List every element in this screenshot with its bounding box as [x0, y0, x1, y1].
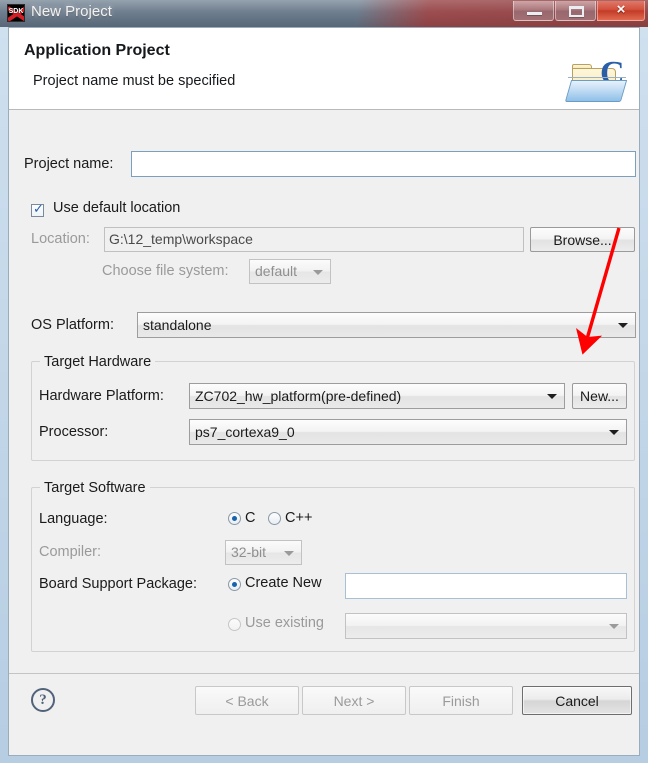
- maximize-button[interactable]: [555, 1, 596, 21]
- bsp-use-existing-combo[interactable]: [345, 613, 627, 639]
- location-label: Location:: [31, 231, 90, 247]
- chevron-down-icon: [547, 394, 557, 399]
- chevron-down-icon: [618, 323, 628, 328]
- language-radio-c[interactable]: [228, 512, 241, 525]
- wizard-header: Application Project Project name must be…: [9, 28, 639, 110]
- finish-button[interactable]: Finish: [409, 686, 513, 715]
- window-titlebar: SDK New Project ×: [0, 0, 648, 27]
- processor-value: ps7_cortexa9_0: [195, 424, 295, 440]
- hardware-platform-label: Hardware Platform:: [39, 388, 164, 404]
- checkmark-icon: ✓: [33, 202, 44, 217]
- close-button[interactable]: ×: [597, 1, 645, 21]
- compiler-combo[interactable]: 32-bit: [225, 540, 302, 565]
- use-default-location-checkbox[interactable]: ✓: [31, 202, 44, 217]
- browse-button[interactable]: Browse...: [530, 227, 635, 252]
- minimize-icon: [527, 12, 542, 15]
- target-hardware-group: [31, 361, 635, 461]
- bsp-radio-create-new[interactable]: [228, 578, 241, 591]
- dialog-frame: Application Project Project name must be…: [0, 27, 648, 763]
- dialog-button-bar: ? < Back Next > Finish Cancel: [9, 673, 639, 755]
- os-platform-label: OS Platform:: [31, 317, 114, 333]
- chevron-down-icon: [609, 624, 619, 629]
- location-input[interactable]: G:\12_temp\workspace: [104, 227, 524, 252]
- close-icon: ×: [616, 1, 626, 18]
- help-icon[interactable]: ?: [31, 688, 55, 712]
- minimize-button[interactable]: [513, 1, 554, 21]
- window-title: New Project: [31, 3, 112, 20]
- chevron-down-icon: [609, 430, 619, 435]
- maximize-icon: [569, 6, 584, 17]
- use-default-location-label: Use default location: [53, 200, 181, 216]
- processor-combo[interactable]: ps7_cortexa9_0: [189, 419, 627, 445]
- next-button[interactable]: Next >: [302, 686, 406, 715]
- hardware-platform-value: ZC702_hw_platform(pre-defined): [195, 388, 402, 404]
- compiler-value: 32-bit: [231, 544, 267, 560]
- sdk-icon: SDK: [7, 4, 25, 22]
- bsp-label: Board Support Package:: [39, 576, 197, 592]
- choose-file-system-combo[interactable]: default: [249, 259, 331, 284]
- page-subtitle-message: Project name must be specified: [33, 73, 236, 89]
- choose-file-system-label: Choose file system:: [102, 263, 229, 279]
- project-name-input[interactable]: [131, 151, 636, 177]
- wizard-body: Project name: ✓ Use default location Loc…: [9, 111, 639, 673]
- choose-file-system-value: default: [255, 263, 298, 279]
- folder-front-shape: [564, 80, 628, 102]
- language-radio-cpp[interactable]: [268, 512, 281, 525]
- bsp-create-new-input[interactable]: [345, 573, 627, 599]
- cancel-button[interactable]: Cancel: [522, 686, 632, 715]
- sdk-icon-text: SDK: [8, 8, 24, 15]
- processor-label: Processor:: [39, 424, 109, 440]
- back-button[interactable]: < Back: [195, 686, 299, 715]
- os-platform-combo[interactable]: standalone: [137, 312, 636, 338]
- bsp-radio-use-existing[interactable]: [228, 618, 241, 631]
- new-hardware-platform-button[interactable]: New...: [572, 383, 627, 409]
- chevron-down-icon: [313, 269, 323, 275]
- language-radio-cpp-label: C++: [285, 510, 313, 526]
- new-project-dialog-window: SDK New Project × Application Project Pr…: [0, 0, 648, 763]
- folder-rule-shape: [568, 77, 626, 78]
- page-title: Application Project: [24, 42, 170, 59]
- bsp-use-existing-label: Use existing: [245, 615, 324, 631]
- compiler-label: Compiler:: [39, 544, 102, 560]
- target-hardware-legend: Target Hardware: [40, 354, 156, 370]
- hardware-platform-combo[interactable]: ZC702_hw_platform(pre-defined): [189, 383, 565, 409]
- language-radio-c-label: C: [245, 510, 256, 526]
- os-platform-value: standalone: [143, 317, 212, 333]
- chevron-down-icon: [284, 550, 294, 556]
- dialog-content: Application Project Project name must be…: [8, 27, 640, 756]
- target-software-legend: Target Software: [40, 480, 150, 496]
- project-name-label: Project name:: [24, 156, 114, 172]
- bsp-create-new-label: Create New: [245, 575, 322, 591]
- c-project-folder-icon: C: [564, 57, 638, 110]
- language-label: Language:: [39, 511, 108, 527]
